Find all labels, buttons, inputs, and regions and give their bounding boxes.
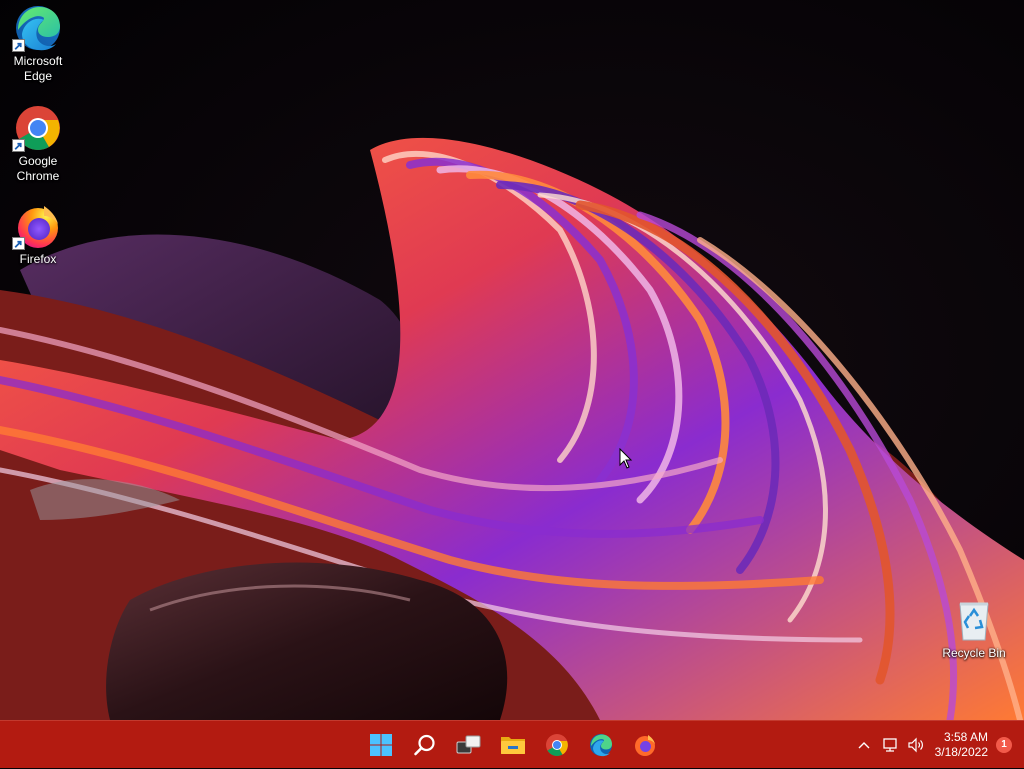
firefox-icon	[635, 735, 655, 756]
edge-icon	[12, 4, 62, 52]
volume-button[interactable]	[903, 725, 929, 765]
recycle-bin-icon	[950, 596, 998, 644]
system-tray: 3:58 AM 3/18/2022 1	[851, 721, 1024, 769]
taskbar: 3:58 AM 3/18/2022 1	[0, 720, 1024, 768]
taskbar-pinned-apps	[359, 721, 667, 769]
clock-time: 3:58 AM	[943, 730, 988, 744]
notification-badge[interactable]: 1	[996, 737, 1012, 753]
taskbar-firefox-button[interactable]	[623, 725, 667, 765]
desktop-icon-chrome[interactable]: Google Chrome	[2, 104, 74, 184]
taskbar-chrome-button[interactable]	[535, 725, 579, 765]
desktop-icon-edge[interactable]: Microsoft Edge	[2, 4, 74, 84]
shortcut-arrow-icon	[12, 139, 25, 152]
edge-icon	[590, 734, 612, 757]
start-button[interactable]	[359, 725, 403, 765]
volume-icon	[908, 737, 923, 753]
taskbar-edge-button[interactable]	[579, 725, 623, 765]
chrome-icon	[12, 104, 62, 152]
show-hidden-icons-button[interactable]	[851, 725, 877, 765]
mouse-cursor-icon	[619, 448, 633, 469]
desktop-icon-label: Recycle Bin	[942, 646, 1006, 660]
desktop-icon-firefox[interactable]: Firefox	[2, 202, 74, 267]
desktop-icon-recycle-bin[interactable]: Recycle Bin	[938, 596, 1010, 661]
firefox-icon	[12, 202, 62, 250]
chevron-up-icon	[858, 742, 870, 749]
file-explorer-icon	[501, 737, 525, 754]
search-button[interactable]	[403, 725, 447, 765]
network-icon	[882, 738, 897, 752]
file-explorer-button[interactable]	[491, 725, 535, 765]
windows-start-icon	[370, 734, 392, 756]
shortcut-arrow-icon	[12, 39, 25, 52]
clock-date: 3/18/2022	[934, 745, 988, 759]
clock[interactable]: 3:58 AM 3/18/2022	[929, 730, 996, 760]
network-button[interactable]	[877, 725, 903, 765]
shortcut-arrow-icon	[12, 237, 25, 250]
chrome-icon	[546, 734, 568, 756]
task-view-button[interactable]	[447, 725, 491, 765]
search-icon	[414, 734, 435, 756]
desktop-wallpaper	[0, 0, 1024, 720]
task-view-icon	[456, 735, 481, 754]
